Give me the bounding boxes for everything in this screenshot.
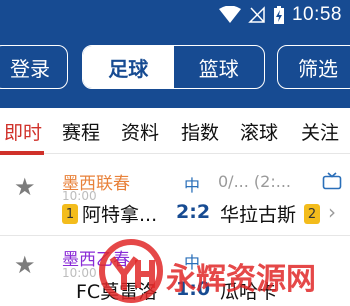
away-team: 华拉古斯 [220,204,297,226]
home-team: 阿特拿... [82,204,158,226]
match-score: 2:2 [176,201,211,223]
star-icon[interactable]: ★ [14,251,36,279]
basketball-tab[interactable]: 篮球 [174,46,265,88]
tab-follow[interactable]: 关注 [301,118,339,145]
tab-live[interactable]: 即时 [4,118,42,145]
match-row[interactable]: ★ 墨西乙春 10:00 中 FC莫雷洛 1:0 瓜哈卡 [0,237,350,306]
tv-icon[interactable] [322,172,342,190]
sport-switch: 足球 篮球 [82,45,265,89]
login-button[interactable]: 登录 [0,45,68,89]
tab-data[interactable]: 资料 [121,118,159,145]
battery-charging-icon [273,6,284,24]
match-score: 1:0 [176,278,211,300]
top-header: 登录 足球 篮球 筛选 [0,30,350,108]
tab-inplay[interactable]: 滚球 [240,118,278,145]
wifi-icon [218,6,241,23]
odds-text: 0/... (2:... [218,172,291,191]
away-rank-badge: 2 [304,204,320,224]
home-rank-badge: 1 [62,204,78,224]
chevron-right-icon[interactable]: › [328,200,336,224]
clock: 10:58 [291,4,342,25]
match-status: 中 [184,253,201,272]
home-team: FC莫雷洛 [76,281,158,303]
status-bar: 10:58 [0,0,350,30]
tab-index[interactable]: 指数 [181,118,219,145]
tab-schedule[interactable]: 赛程 [62,118,100,145]
category-tabs: 即时 赛程 资料 指数 滚球 关注 [0,108,350,154]
active-tab-indicator [0,151,44,155]
no-signal-icon [248,6,265,23]
match-status: 中 [184,176,201,195]
filter-button[interactable]: 筛选 [277,45,350,89]
match-row[interactable]: ★ 墨西联春 10:00 中 0/... (2:... 1 阿特拿... 2:2… [0,156,350,236]
star-icon[interactable]: ★ [14,173,36,201]
away-team: 瓜哈卡 [220,281,278,303]
football-tab[interactable]: 足球 [83,46,174,88]
